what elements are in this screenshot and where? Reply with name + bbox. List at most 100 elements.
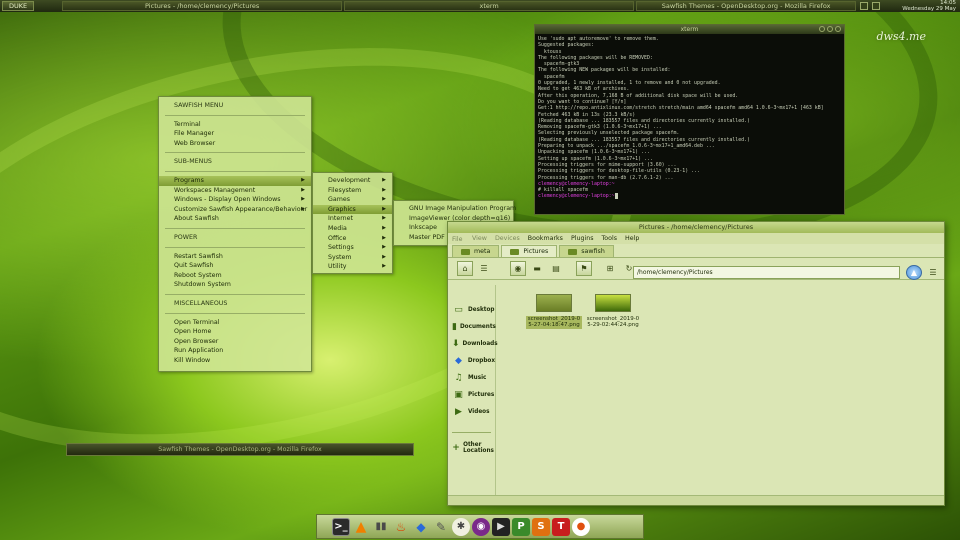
menu-item-quit[interactable]: Quit Sawfish <box>159 261 311 271</box>
tab-sawfish[interactable]: sawfish <box>559 245 614 257</box>
submenu-item-media[interactable]: Media ▶ <box>313 224 392 234</box>
close-icon[interactable] <box>835 26 841 32</box>
settings-icon[interactable]: ✱ <box>452 517 470 536</box>
menubar: File View Devices Bookmarks Plugins Tool… <box>448 233 944 244</box>
submenu-item-games[interactable]: Games ▶ <box>313 195 392 205</box>
vlc-icon[interactable]: ▲ <box>352 518 370 536</box>
xterm-window[interactable]: xterm Use 'sudo apt autoremove' to remov… <box>534 24 845 215</box>
submenu-item-system[interactable]: System ▶ <box>313 253 392 263</box>
submenu-arrow-icon: ▶ <box>301 176 305 183</box>
submenu-item-settings[interactable]: Settings ▶ <box>313 243 392 253</box>
graphics-item-gimp[interactable]: GNU Image Manipulation Program <box>394 204 516 214</box>
list-view-button[interactable]: ☰ <box>476 261 492 276</box>
music-icon: ♫ <box>454 372 463 383</box>
menu-help[interactable]: Help <box>625 235 639 242</box>
home-button[interactable]: ⌂ <box>457 261 473 276</box>
menu-item-web-browser[interactable]: Web Browser <box>159 139 311 149</box>
menu-item-file-manager[interactable]: File Manager <box>159 129 311 139</box>
file-manager-titlebar[interactable]: Pictures - /home/clemency/Pictures <box>448 222 944 233</box>
path-bar[interactable]: /home/clemency/Pictures <box>633 266 900 279</box>
terminal-output[interactable]: Use 'sudo apt autoremove' to remove them… <box>535 34 844 212</box>
sidebar-item-music[interactable]: ♫ Music <box>448 369 495 386</box>
drive-button[interactable]: ▬ <box>529 261 545 276</box>
sidebar-item-other-locations[interactable]: + Other Locations <box>448 439 495 456</box>
menu-item-shutdown[interactable]: Shutdown System <box>159 280 311 290</box>
sawfish-icon[interactable]: S <box>532 517 550 536</box>
menu-item-about[interactable]: About Sawfish <box>159 214 311 224</box>
menu-devices[interactable]: Devices <box>495 235 520 242</box>
file-manager-icon[interactable]: ▮▮ <box>372 518 390 536</box>
sidebar-label: Documents <box>459 323 496 330</box>
fire-icon[interactable]: ♨ <box>392 518 410 536</box>
show-hidden-button[interactable]: ◉ <box>510 261 526 276</box>
menu-item-restart[interactable]: Restart Sawfish <box>159 252 311 262</box>
menu-item-reboot[interactable]: Reboot System <box>159 271 311 281</box>
sidebar-item-dropbox[interactable]: ◆ Dropbox <box>448 352 495 369</box>
clock: 14:05 Wednesday 29 May <box>902 0 960 12</box>
menu-item-terminal[interactable]: Terminal <box>159 120 311 130</box>
menu-tools[interactable]: Tools <box>602 235 618 242</box>
task-button-pictures[interactable]: Pictures - /home/clemency/Pictures <box>62 1 343 11</box>
menu-item-label: Settings <box>328 244 354 252</box>
tray-icon[interactable] <box>872 2 881 10</box>
firefox-window-shaded[interactable]: Sawfish Themes - OpenDesktop.org - Mozil… <box>66 443 414 456</box>
text-editor-icon[interactable]: T <box>552 517 570 536</box>
browser-icon[interactable]: ● <box>572 517 590 536</box>
sidebar-item-videos[interactable]: ▶ Videos <box>448 403 495 420</box>
sidebar-item-downloads[interactable]: ⬇ Downloads <box>448 335 498 352</box>
menu-item-customize[interactable]: Customize Sawfish Appearance/Behaviour ▶ <box>159 205 311 215</box>
menu-item-run-application[interactable]: Run Application <box>159 346 311 356</box>
menu-file[interactable]: File <box>452 236 463 243</box>
gimp-icon[interactable]: ✎ <box>432 518 450 536</box>
menu-item-kill-window[interactable]: Kill Window <box>159 356 311 366</box>
submenu-item-filesystem[interactable]: Filesystem ▶ <box>313 186 392 196</box>
disc-icon[interactable]: ◉ <box>472 517 490 536</box>
eye-icon: ◉ <box>514 264 522 273</box>
dropbox-icon[interactable]: ◆ <box>412 518 430 536</box>
menu-item-open-terminal[interactable]: Open Terminal <box>159 318 311 328</box>
toolbar-menu-button[interactable]: ☰ <box>925 265 941 280</box>
tray-icon[interactable] <box>860 2 869 10</box>
image-editor-icon[interactable]: P <box>512 517 530 536</box>
submenu-item-office[interactable]: Office ▶ <box>313 234 392 244</box>
new-tab-button[interactable]: ⊞ <box>602 261 618 276</box>
videos-icon: ▶ <box>455 406 462 417</box>
menu-item-open-browser[interactable]: Open Browser <box>159 337 311 347</box>
sidebar-item-pictures[interactable]: ▣ Pictures <box>448 386 495 403</box>
status-bar <box>448 495 944 505</box>
terminal-icon[interactable]: >_ <box>332 517 350 536</box>
video-icon[interactable]: ▶ <box>492 517 510 536</box>
menu-item-programs[interactable]: Programs ▶ <box>159 175 311 186</box>
sidebar-item-desktop[interactable]: ▭ Desktop <box>448 301 495 318</box>
submenu-arrow-icon: ▶ <box>382 215 386 222</box>
folder-icon <box>461 248 470 255</box>
sidebar-item-documents[interactable]: ▮ Documents <box>448 318 496 335</box>
network-button[interactable]: ▤ <box>548 261 564 276</box>
menu-bookmarks[interactable]: Bookmarks <box>528 235 563 242</box>
task-button-firefox[interactable]: Sawfish Themes - OpenDesktop.org - Mozil… <box>636 1 857 11</box>
menu-plugins[interactable]: Plugins <box>571 235 594 242</box>
xterm-titlebar[interactable]: xterm <box>535 25 844 34</box>
menu-item-workspaces[interactable]: Workspaces Management ▶ <box>159 186 311 196</box>
pictures-icon: ▣ <box>454 389 463 400</box>
menu-item-open-home[interactable]: Open Home <box>159 327 311 337</box>
tab-meta[interactable]: meta <box>452 245 500 257</box>
menu-item-windows[interactable]: Windows - Display Open Windows ▶ <box>159 195 311 205</box>
sidebar-label: Other Locations <box>463 441 494 454</box>
file-item-screenshot-1[interactable]: screenshot_2019-0 5-27-04:18:47.png <box>526 294 582 329</box>
task-button-xterm[interactable]: xterm <box>344 1 635 11</box>
launcher-button[interactable]: DUKE <box>2 1 35 11</box>
bookmark-button[interactable]: ⚑ <box>576 261 592 276</box>
maximize-icon[interactable] <box>827 26 833 32</box>
image-thumbnail <box>536 294 572 312</box>
submenu-item-development[interactable]: Development ▶ <box>313 176 392 186</box>
submenu-item-utility[interactable]: Utility ▶ <box>313 262 392 272</box>
menu-icon: ☰ <box>929 268 937 277</box>
submenu-item-internet[interactable]: Internet ▶ <box>313 214 392 224</box>
menu-view[interactable]: View <box>472 235 487 242</box>
file-item-screenshot-2[interactable]: screenshot_2019-0 5-29-02:44:24.png <box>585 294 641 329</box>
tab-pictures[interactable]: Pictures <box>501 245 558 257</box>
submenu-item-graphics[interactable]: Graphics ▶ <box>313 204 392 215</box>
go-up-button[interactable]: ▲ <box>906 265 922 280</box>
minimize-icon[interactable] <box>819 26 825 32</box>
